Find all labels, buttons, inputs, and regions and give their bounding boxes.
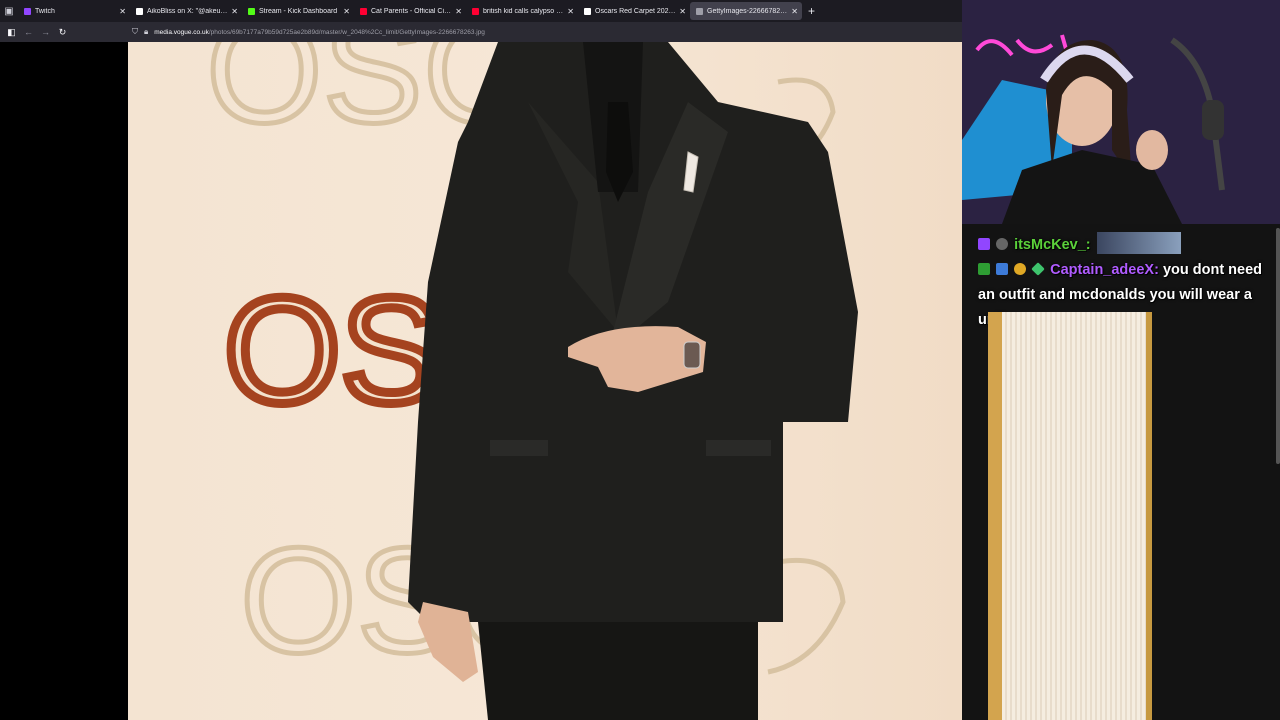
reload-button[interactable]: ↻ [54, 27, 71, 38]
tab-3[interactable]: Cat Parents - Official Cinematic✕ [354, 0, 466, 22]
gift-badge-icon [1014, 263, 1027, 275]
lock-icon[interactable]: 🔒︎ [144, 27, 148, 37]
new-tab-button[interactable]: + [808, 4, 815, 18]
shield-icon[interactable]: ⛉ [132, 27, 138, 37]
favicon-icon [248, 7, 255, 15]
tab-0[interactable]: Twitch ✕ [18, 0, 130, 22]
tab-1[interactable]: AikoBliss on X: "@akeurajitsuka✕ [130, 0, 242, 22]
tab-5[interactable]: Oscars Red Carpet 2026: See E✕ [578, 0, 690, 22]
close-tab-icon[interactable]: ✕ [567, 7, 574, 16]
tab-list-icon[interactable]: ▣ [0, 0, 18, 22]
scrollbar[interactable] [1276, 228, 1280, 464]
back-button[interactable]: ← [20, 27, 37, 37]
address-bar[interactable]: ⛉ 🔒︎ media.vogue.co.uk /photos/69b7177a7… [132, 25, 952, 39]
nav-bar: ◧ ← → ↻ ⛉ 🔒︎ media.vogue.co.uk /photos/6… [0, 22, 962, 42]
favicon-icon [136, 7, 143, 15]
photo-illustration: OSC OSC OSC [204, 42, 858, 720]
url-path: /photos/69b7177a79b59d725ae2b89d/master/… [208, 28, 485, 36]
close-tab-icon[interactable]: ✕ [455, 7, 462, 16]
webcam-feed [962, 0, 1280, 224]
watch [683, 341, 701, 369]
chat-username: itsMcKev_: [1014, 237, 1091, 253]
webcam-illustration [962, 0, 1280, 224]
microphone [1202, 100, 1224, 140]
tab-label: Oscars Red Carpet 2026: See E [595, 7, 676, 15]
tab-4[interactable]: british kid calls calypso minging✕ [466, 0, 578, 22]
tab-bar: ▣ Twitch✕AikoBliss on X: "@akeurajitsuka… [0, 0, 962, 22]
subscriber-badge-icon [978, 263, 990, 275]
user-badge-icon [996, 238, 1009, 250]
close-tab-icon[interactable]: ✕ [231, 7, 238, 16]
tab-label: AikoBliss on X: "@akeurajitsuka [147, 7, 229, 15]
emote-icon [1096, 232, 1181, 254]
twitch-badge-icon [978, 238, 990, 250]
streamer-hand [1136, 130, 1168, 170]
browser-window: ▣ Twitch✕AikoBliss on X: "@akeurajitsuka… [0, 0, 962, 720]
forward-button[interactable]: → [37, 27, 54, 37]
close-tab-icon[interactable]: ✕ [119, 7, 126, 16]
diamond-badge-icon [1031, 262, 1045, 276]
suit-trousers [478, 622, 758, 720]
sidebar-toggle-icon[interactable]: ◧ [3, 27, 20, 38]
oscars-photo[interactable]: OSC OSC OSC [128, 42, 962, 720]
tab-label: GettyImages-2266678263.jpg (JPEG [707, 7, 788, 15]
close-tab-icon[interactable]: ✕ [343, 7, 350, 16]
close-tab-icon[interactable]: ✕ [791, 7, 798, 16]
chat-username: Captain_adeeX: [1050, 262, 1159, 278]
tab-label: Cat Parents - Official Cinematic [371, 7, 452, 15]
close-tab-icon[interactable]: ✕ [679, 7, 686, 16]
verified-badge-icon [996, 263, 1009, 275]
tab-label: Twitch [35, 7, 55, 15]
chat-message-1: itsMcKev_: [962, 232, 1280, 258]
page-content: OSC OSC OSC [0, 42, 962, 720]
favicon-icon [24, 7, 31, 15]
tab-2[interactable]: Stream - Kick Dashboard ✕ [242, 0, 354, 22]
favicon-icon [360, 7, 367, 15]
pocket-flap-right [706, 440, 771, 456]
tab-label: british kid calls calypso minging [483, 7, 564, 15]
tab-6[interactable]: GettyImages-2266678263.jpg (JPEG✕ [690, 2, 802, 20]
favicon-icon [472, 7, 479, 15]
favicon-icon [696, 7, 703, 15]
favicon-icon [584, 7, 591, 15]
pocket-flap-left [490, 440, 548, 456]
tab-label: Stream - Kick Dashboard [259, 7, 338, 15]
url-domain: media.vogue.co.uk [154, 28, 209, 36]
curtain-panel [988, 312, 1152, 720]
